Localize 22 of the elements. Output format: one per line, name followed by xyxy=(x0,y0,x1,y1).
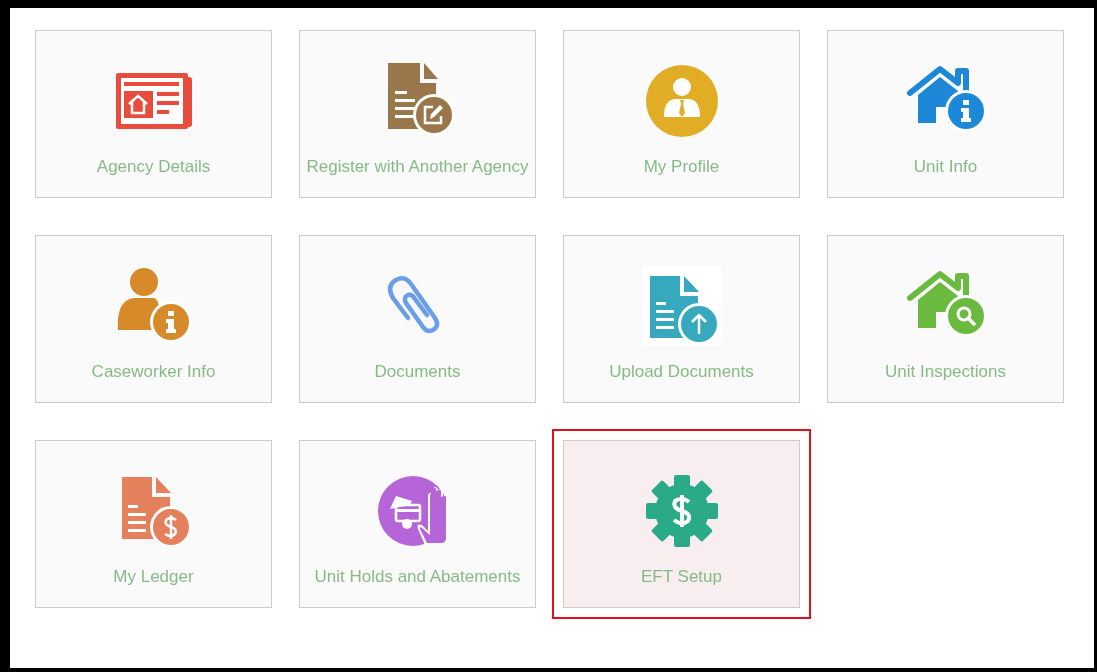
menu-tile[interactable]: Unit Info xyxy=(827,30,1064,198)
menu-tile[interactable]: Upload Documents xyxy=(563,235,800,403)
menu-tile[interactable]: My Ledger xyxy=(35,440,272,608)
tile-label: Unit Holds and Abatements xyxy=(314,566,521,588)
menu-tile[interactable]: My Profile xyxy=(563,30,800,198)
tile-label: Documents xyxy=(374,361,461,383)
tile-label: Unit Info xyxy=(913,156,978,178)
menu-tile[interactable]: Documents xyxy=(299,235,536,403)
tile-label: Caseworker Info xyxy=(91,361,216,383)
menu-tile[interactable]: Unit Holds and Abatements xyxy=(299,440,536,608)
menu-tile[interactable]: Register with Another Agency xyxy=(299,30,536,198)
menu-tile[interactable]: Caseworker Info xyxy=(35,235,272,403)
tile-label: My Ledger xyxy=(113,566,194,588)
tile-label: Agency Details xyxy=(96,156,211,178)
menu-tile[interactable]: Unit Inspections xyxy=(827,235,1064,403)
menu-tile[interactable]: EFT Setup xyxy=(563,440,800,608)
tile-label: Register with Another Agency xyxy=(306,156,529,178)
tile-label: My Profile xyxy=(643,156,720,178)
tile-label: EFT Setup xyxy=(641,566,722,588)
tile-label: Unit Inspections xyxy=(885,361,1006,383)
menu-tile[interactable]: Agency Details xyxy=(35,30,272,198)
tile-label: Upload Documents xyxy=(609,361,754,383)
